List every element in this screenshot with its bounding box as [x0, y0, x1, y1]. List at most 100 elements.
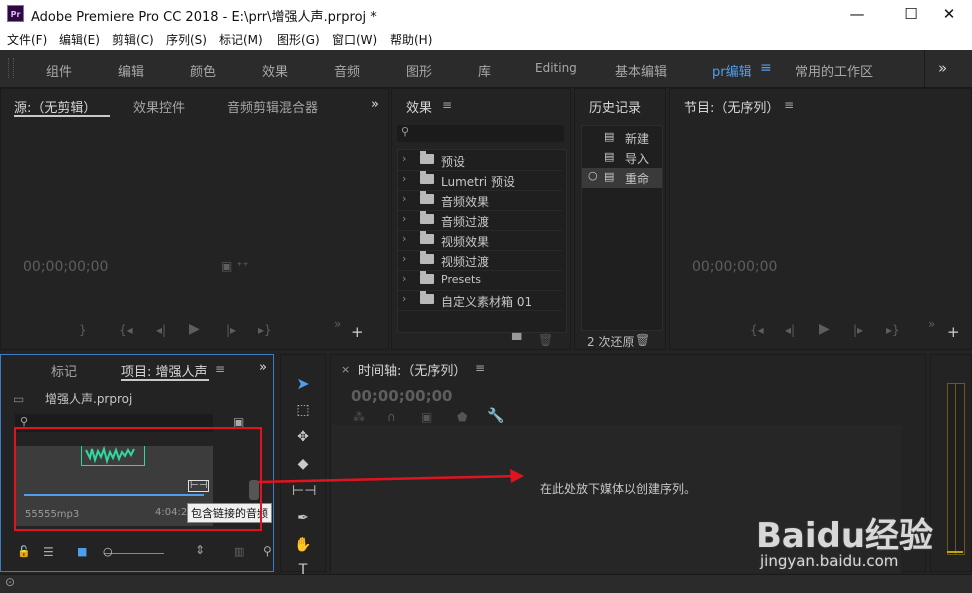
source-timecode[interactable]: 00;00;00;00: [23, 259, 108, 275]
panel-overflow-icon[interactable]: »: [371, 97, 379, 112]
panel-menu-icon[interactable]: ≡: [784, 98, 794, 112]
selection-tool-icon[interactable]: ➤: [292, 373, 314, 395]
trash-icon[interactable]: 🗑: [635, 333, 650, 347]
workspace-common[interactable]: 常用的工作区: [795, 61, 873, 80]
hand-tool-icon[interactable]: ✋: [292, 534, 314, 556]
chevron-right-icon[interactable]: ›: [402, 292, 406, 305]
list-view-icon[interactable]: ☰: [43, 545, 54, 559]
close-button[interactable]: ✕: [926, 0, 972, 28]
panel-menu-icon[interactable]: ≡: [442, 98, 452, 112]
chevron-right-icon[interactable]: ›: [402, 272, 406, 285]
workspace-basic-editing[interactable]: 基本编辑: [615, 61, 667, 80]
go-to-in-icon[interactable]: {◂: [750, 323, 764, 337]
add-button-icon[interactable]: +: [351, 323, 364, 341]
list-item[interactable]: ▤ 导入: [582, 148, 662, 168]
workspace-pr-editing[interactable]: pr编辑: [712, 61, 752, 80]
snap-magnet-icon[interactable]: ∩: [387, 410, 396, 424]
menu-edit[interactable]: 编辑(E): [59, 31, 100, 48]
go-to-out-icon[interactable]: ▸}: [258, 323, 272, 337]
new-bin-icon[interactable]: ▀: [512, 333, 521, 347]
play-icon[interactable]: ▶: [819, 321, 830, 337]
go-to-out-icon[interactable]: ▸}: [886, 323, 900, 337]
workspace-assembly[interactable]: 组件: [46, 61, 72, 80]
workspace-libraries[interactable]: 库: [478, 61, 491, 80]
tab-markers[interactable]: 标记: [51, 361, 77, 380]
workspace-audio[interactable]: 音频: [334, 61, 360, 80]
more-controls-icon[interactable]: »: [928, 317, 935, 331]
chevron-right-icon[interactable]: ›: [402, 172, 406, 185]
list-item[interactable]: ○ ▤ 重命: [582, 168, 662, 188]
go-to-in-icon[interactable]: {◂: [119, 323, 133, 337]
panel-overflow-icon[interactable]: »: [259, 360, 267, 375]
tab-audio-clip-mixer[interactable]: 音频剪辑混合器: [227, 97, 318, 116]
workspace-editing-cn[interactable]: 编辑: [118, 61, 144, 80]
step-forward-icon[interactable]: |▸: [853, 323, 863, 337]
tab-source[interactable]: 源:（无剪辑）: [14, 97, 96, 116]
trash-icon[interactable]: 🗑: [538, 333, 553, 347]
workspace-graphics[interactable]: 图形: [406, 61, 432, 80]
sort-icon[interactable]: ⇕: [195, 543, 205, 557]
export-frame-icon[interactable]: ▣ ⁺⁺: [221, 259, 249, 273]
add-marker-icon[interactable]: ⬟: [457, 410, 467, 424]
step-forward-icon[interactable]: |▸: [226, 323, 236, 337]
play-icon[interactable]: ▶: [189, 321, 200, 337]
tab-effect-controls[interactable]: 效果控件: [133, 97, 185, 116]
list-item[interactable]: › Lumetri 预设: [398, 170, 562, 191]
list-item[interactable]: › 视频过渡: [398, 250, 562, 271]
render-status-icon[interactable]: ⊙: [5, 575, 15, 589]
menu-window[interactable]: 窗口(W): [332, 31, 377, 48]
minimize-button[interactable]: —: [834, 0, 880, 28]
workspace-color[interactable]: 颜色: [190, 61, 216, 80]
tab-project[interactable]: 项目: 增强人声: [121, 361, 208, 380]
panel-menu-icon[interactable]: ≡: [475, 361, 485, 375]
workspace-editing[interactable]: Editing: [535, 61, 577, 75]
list-item[interactable]: › Presets: [398, 270, 562, 291]
wrench-icon[interactable]: 🔧: [487, 408, 504, 424]
list-item[interactable]: › 视频效果: [398, 230, 562, 251]
menu-graphics[interactable]: 图形(G): [277, 31, 320, 48]
list-item[interactable]: › 音频过渡: [398, 210, 562, 231]
chevron-right-icon[interactable]: ›: [402, 212, 406, 225]
zoom-slider-handle-icon[interactable]: ○: [103, 545, 113, 558]
menu-file[interactable]: 文件(F): [7, 31, 47, 48]
pen-tool-icon[interactable]: ✒: [292, 507, 314, 529]
menu-marker[interactable]: 标记(M): [219, 31, 263, 48]
nest-icon[interactable]: ⁂: [353, 410, 365, 424]
menu-clip[interactable]: 剪辑(C): [112, 31, 154, 48]
track-select-tool-icon[interactable]: ⬚: [292, 399, 314, 421]
chevron-right-icon[interactable]: ›: [402, 192, 406, 205]
icon-view-icon[interactable]: ■: [77, 545, 87, 558]
program-timecode[interactable]: 00;00;00;00: [692, 259, 777, 275]
menu-sequence[interactable]: 序列(S): [166, 31, 207, 48]
linked-selection-icon[interactable]: ▣: [421, 410, 432, 424]
mark-in-icon[interactable]: }: [79, 323, 87, 337]
lock-icon[interactable]: 🔓: [17, 545, 31, 558]
ripple-edit-tool-icon[interactable]: ✥: [292, 426, 314, 448]
program-title[interactable]: 节目:（无序列）: [684, 97, 779, 116]
list-item[interactable]: ▤ 新建: [582, 128, 662, 148]
timeline-timecode[interactable]: 00;00;00;00: [351, 387, 453, 405]
history-title[interactable]: 历史记录: [589, 97, 641, 116]
menu-help[interactable]: 帮助(H): [390, 31, 432, 48]
workspace-menu-icon[interactable]: ≡: [760, 60, 772, 76]
chevron-right-icon[interactable]: ›: [402, 232, 406, 245]
zoom-slider[interactable]: [104, 553, 164, 554]
find-icon[interactable]: ⚲: [263, 544, 272, 558]
panel-menu-icon[interactable]: ≡: [215, 362, 225, 376]
drag-grip-icon[interactable]: [8, 58, 14, 78]
step-back-icon[interactable]: ◂|: [785, 323, 795, 337]
more-controls-icon[interactable]: »: [334, 317, 341, 331]
chevron-right-icon[interactable]: ›: [402, 152, 406, 165]
close-tab-icon[interactable]: ×: [341, 363, 350, 376]
timeline-title[interactable]: 时间轴:（无序列）: [358, 360, 466, 379]
overflow-chevron-icon[interactable]: »: [938, 59, 947, 77]
step-back-icon[interactable]: ◂|: [156, 323, 166, 337]
list-item[interactable]: › 预设: [398, 150, 562, 171]
list-item[interactable]: › 自定义素材箱 01: [398, 290, 562, 311]
effects-search-input[interactable]: ⚲: [397, 125, 564, 142]
list-item[interactable]: › 音频效果: [398, 190, 562, 211]
chevron-right-icon[interactable]: ›: [402, 252, 406, 265]
effects-title[interactable]: 效果: [406, 97, 432, 116]
add-button-icon[interactable]: +: [947, 323, 960, 341]
workspace-effects[interactable]: 效果: [262, 61, 288, 80]
